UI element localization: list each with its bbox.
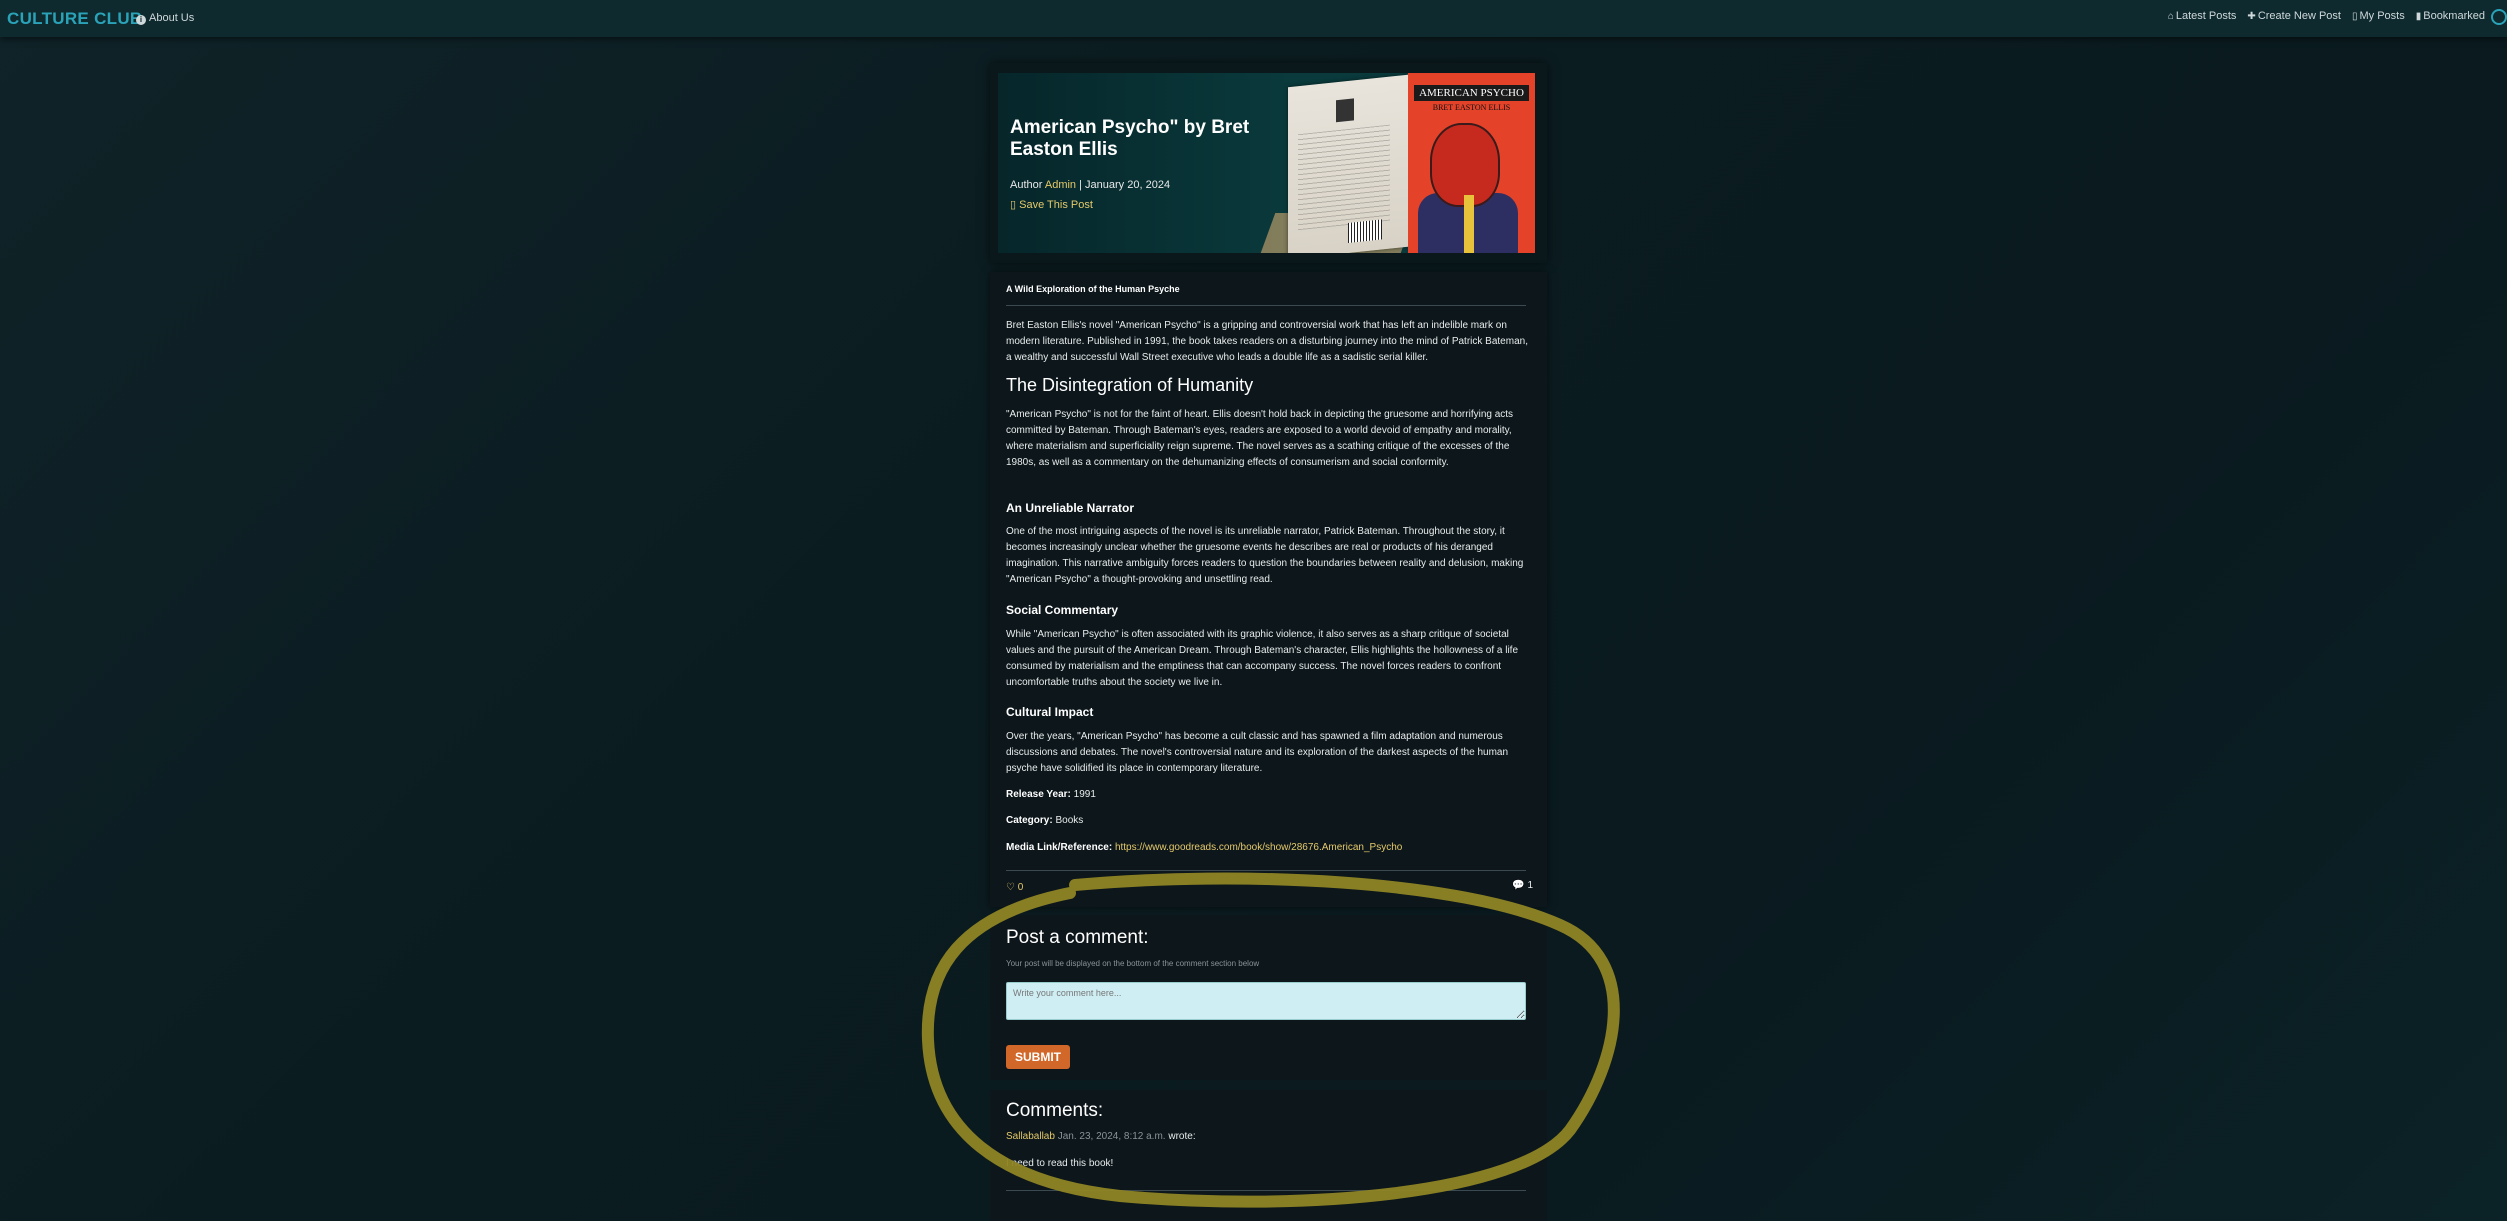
paragraph-cultural: Over the years, "American Psycho" has be… bbox=[1006, 731, 1509, 774]
comment-input[interactable] bbox=[1006, 982, 1526, 1020]
book-back-cover-image bbox=[1288, 74, 1408, 253]
nav-my-posts[interactable]: ▯ My Posts bbox=[2352, 10, 2405, 22]
bookmark-icon: ▮ bbox=[2415, 11, 2422, 22]
document-icon: ▯ bbox=[2351, 11, 2358, 22]
nav-latest-posts[interactable]: ⌂ Latest Posts bbox=[2168, 10, 2237, 22]
paragraph-narrator: One of the most intriguing aspects of th… bbox=[1006, 526, 1524, 585]
comments-title: Comments: bbox=[1006, 1100, 1104, 1121]
heading-narrator: An Unreliable Narrator bbox=[1006, 501, 1135, 515]
brand-logo[interactable]: CULTURE CLUB bbox=[7, 9, 143, 29]
comment-count: 💬 1 bbox=[1512, 880, 1533, 891]
hero-banner: American Psycho" by Bret Easton Ellis Au… bbox=[998, 73, 1535, 253]
heading-disintegration: The Disintegration of Humanity bbox=[1006, 375, 1254, 395]
comment-icon: 💬 bbox=[1512, 880, 1525, 891]
nav-about-link[interactable]: i About Us bbox=[136, 12, 194, 25]
navbar: CULTURE CLUB i About Us ⌂ Latest Posts ✚ Cr… bbox=[0, 0, 2507, 37]
post-meta: Author Admin | January 20, 2024 bbox=[1010, 179, 1171, 191]
heart-icon: ♡ bbox=[1006, 882, 1015, 893]
paragraph-disintegration: "American Psycho" is not for the faint o… bbox=[1006, 409, 1514, 468]
like-button[interactable]: ♡ 0 bbox=[1006, 882, 1023, 893]
heading-social: Social Commentary bbox=[1006, 603, 1119, 617]
book-cover-title: AMERICAN PSYCHO bbox=[1414, 85, 1529, 101]
bookmark-icon: ▯ bbox=[1010, 199, 1017, 211]
comments-section: Comments: Sallaballab Jan. 23, 2024, 8:1… bbox=[990, 1090, 1547, 1221]
paragraph-social: While "American Psycho" is often associa… bbox=[1006, 629, 1519, 688]
heading-cultural: Cultural Impact bbox=[1006, 705, 1094, 719]
post-hero: American Psycho" by Bret Easton Ellis Au… bbox=[990, 63, 1547, 263]
author-link[interactable]: Admin bbox=[1045, 179, 1076, 191]
post-title: American Psycho" by Bret Easton Ellis bbox=[1010, 117, 1250, 160]
user-avatar-icon[interactable] bbox=[2491, 9, 2507, 25]
nav-bookmarked[interactable]: ▮ Bookmarked bbox=[2416, 10, 2485, 22]
comment-form-title: Post a comment: bbox=[1006, 927, 1149, 948]
divider bbox=[1006, 870, 1526, 871]
book-cover-author: BRET EASTON ELLIS bbox=[1432, 103, 1511, 112]
plus-icon: ✚ bbox=[2247, 11, 2256, 22]
comment-form: Post a comment: Your post will be displa… bbox=[990, 915, 1547, 1080]
comment-body: I need to read this book! bbox=[1006, 1158, 1114, 1169]
nav-create-post[interactable]: ✚ Create New Post bbox=[2247, 10, 2341, 22]
release-year: Release Year: 1991 bbox=[1006, 789, 1096, 800]
post-content-card: A Wild Exploration of the Human Psyche B… bbox=[990, 272, 1547, 907]
media-link: Media Link/Reference: https://www.goodre… bbox=[1006, 842, 1403, 853]
post-intro: Bret Easton Ellis's novel "American Psyc… bbox=[1006, 320, 1528, 363]
divider bbox=[1006, 305, 1526, 306]
post-subtitle: A Wild Exploration of the Human Psyche bbox=[1006, 284, 1180, 294]
comment-header: Sallaballab Jan. 23, 2024, 8:12 a.m. wro… bbox=[1006, 1131, 1196, 1142]
nav-links: ⌂ Latest Posts ✚ Create New Post ▯ My Posts… bbox=[2168, 10, 2485, 22]
comment-author-link[interactable]: Sallaballab bbox=[1006, 1131, 1055, 1142]
home-icon: ⌂ bbox=[2167, 11, 2174, 22]
comment-date: Jan. 23, 2024, 8:12 a.m. bbox=[1057, 1131, 1166, 1142]
book-front-cover-image: AMERICAN PSYCHO BRET EASTON ELLIS bbox=[1408, 73, 1535, 253]
info-icon: i bbox=[136, 15, 146, 25]
media-link-url[interactable]: https://www.goodreads.com/book/show/2867… bbox=[1115, 842, 1402, 853]
comment-form-hint: Your post will be displayed on the botto… bbox=[1006, 959, 1260, 968]
save-post-button[interactable]: ▯ Save This Post bbox=[1010, 198, 1093, 211]
category: Category: Books bbox=[1006, 815, 1084, 826]
divider bbox=[1006, 1190, 1526, 1191]
post-date: January 20, 2024 bbox=[1085, 179, 1171, 191]
submit-button[interactable]: SUBMIT bbox=[1006, 1045, 1070, 1069]
